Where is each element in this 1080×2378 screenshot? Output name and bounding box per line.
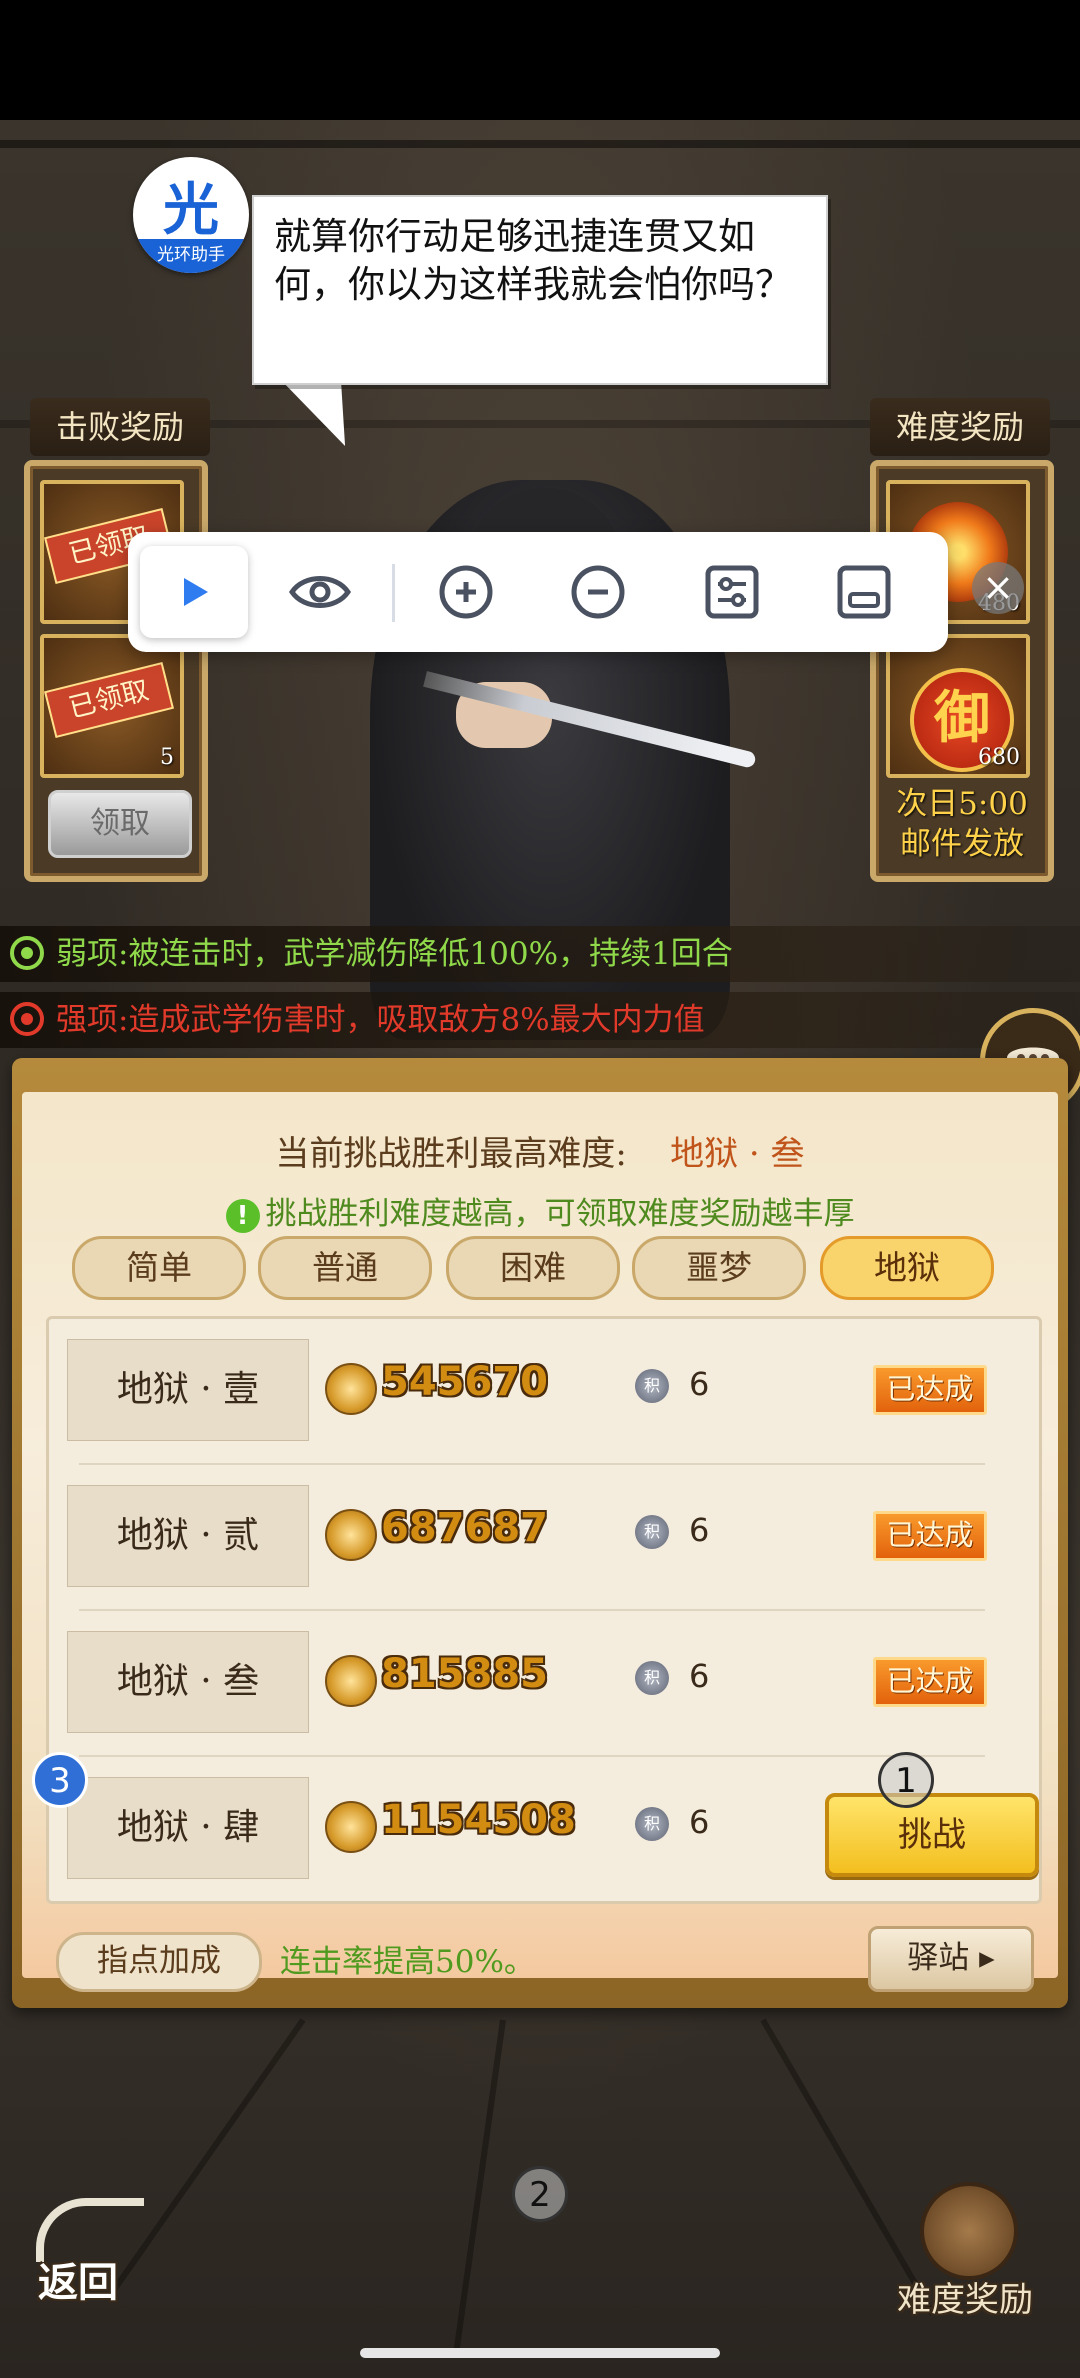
- points-icon: 积: [635, 1661, 669, 1695]
- floating-toolbar: [128, 532, 948, 652]
- stage-points: 6: [689, 1511, 710, 1549]
- logo-name: 光环助手: [133, 239, 249, 273]
- chevron-right-icon: ▸: [979, 1940, 995, 1976]
- slot-count: 680: [978, 745, 1020, 770]
- target-icon: [10, 1002, 44, 1036]
- tab-hard[interactable]: 困难: [446, 1236, 620, 1300]
- eye-button[interactable]: [278, 550, 362, 634]
- zoom-in-button[interactable]: [424, 550, 508, 634]
- coin-icon: [325, 1655, 377, 1707]
- claimed-stamp: 已领取: [44, 661, 174, 739]
- difficulty-reward-panel: 480 御 680 次日5:00 邮件发放: [870, 460, 1054, 882]
- header-label: 当前挑战胜利最高难度:: [275, 1134, 627, 1174]
- difficulty-reward-label: 难度奖励: [897, 2280, 1033, 2320]
- hint-text: 挑战胜利难度越高，可领取难度奖励越丰厚: [265, 1196, 855, 1232]
- completed-badge: 已达成: [873, 1511, 987, 1561]
- zoom-in-icon: [439, 565, 493, 619]
- target-icon: [10, 936, 44, 970]
- stage-name: 地狱 · 肆: [67, 1777, 309, 1879]
- play-button[interactable]: [140, 546, 248, 638]
- defeat-reward-slot-2[interactable]: 已领取 5: [40, 634, 184, 778]
- close-icon[interactable]: ×: [972, 562, 1024, 614]
- stage-name: 地狱 · 贰: [67, 1485, 309, 1587]
- claim-button[interactable]: 领取: [48, 790, 192, 858]
- stage-name: 地狱 · 壹: [67, 1339, 309, 1441]
- tab-nightmare[interactable]: 噩梦: [632, 1236, 806, 1300]
- points-icon: 积: [635, 1369, 669, 1403]
- coin-icon: [325, 1509, 377, 1561]
- points-icon: 积: [635, 1807, 669, 1841]
- stage-points: 6: [689, 1803, 710, 1841]
- status-bar: [0, 0, 1080, 120]
- marker-2: 2: [512, 2166, 568, 2222]
- helper-logo[interactable]: 光 光环助手: [133, 157, 249, 273]
- bonus-text: 连击率提高50%。: [280, 1944, 535, 1980]
- stage-row: 地狱 · 壹 545670 积 6 已达成: [49, 1319, 1039, 1465]
- bonus-label: 指点加成: [56, 1932, 262, 1992]
- coin-icon: [325, 1801, 377, 1853]
- back-label: 返回: [38, 2259, 118, 2306]
- points-icon: 积: [635, 1515, 669, 1549]
- weak-buff-bar: 弱项:被连击时，武学减伤降低100%，持续1回合: [0, 926, 1080, 982]
- stage-score: 1154508: [381, 1797, 576, 1843]
- defeat-reward-title: 击败奖励: [30, 398, 210, 456]
- stage-row: 地狱 · 贰 687687 积 6 已达成: [49, 1465, 1039, 1611]
- station-button[interactable]: 驿站 ▸: [868, 1926, 1034, 1992]
- back-button[interactable]: 返回: [28, 2190, 148, 2306]
- stage-score: 545670: [381, 1359, 548, 1405]
- tab-easy[interactable]: 简单: [72, 1236, 246, 1300]
- play-icon: [184, 578, 208, 606]
- toolbar-separator: [392, 564, 395, 622]
- tab-normal[interactable]: 普通: [258, 1236, 432, 1300]
- speech-bubble: 就算你行动足够迅捷连贯又如何，你以为这样我就会怕你吗？: [252, 195, 828, 385]
- window-button[interactable]: [822, 550, 906, 634]
- completed-badge: 已达成: [873, 1365, 987, 1415]
- settings-button[interactable]: [690, 550, 774, 634]
- difficulty-panel: 当前挑战胜利最高难度: 地狱 · 叁 ! 挑战胜利难度越高，可领取难度奖励越丰厚 …: [12, 1058, 1068, 2008]
- mail-note-line1: 次日5:00: [896, 786, 1028, 822]
- stage-row: 地狱 · 叁 815885 积 6 已达成: [49, 1611, 1039, 1757]
- window-icon: [837, 565, 891, 619]
- weak-buff-text: 弱项:被连击时，武学减伤降低100%，持续1回合: [56, 936, 733, 972]
- stage-points: 6: [689, 1365, 710, 1403]
- difficulty-reward-title: 难度奖励: [870, 398, 1050, 456]
- stage-score: 815885: [381, 1651, 548, 1697]
- stage-list: 地狱 · 壹 545670 积 6 已达成 地狱 · 贰 687687 积 6 …: [46, 1316, 1042, 1904]
- dialog-text: 就算你行动足够迅捷连贯又如何，你以为这样我就会怕你吗？: [274, 215, 792, 306]
- exclamation-icon: !: [225, 1198, 260, 1233]
- strong-buff-text: 强项:造成武学伤害时，吸取敌方8%最大内力值: [56, 1002, 705, 1038]
- challenge-button[interactable]: 挑战: [825, 1793, 1039, 1877]
- stage-name: 地狱 · 叁: [67, 1631, 309, 1733]
- zoom-out-button[interactable]: [556, 550, 640, 634]
- strong-buff-bar: 强项:造成武学伤害时，吸取敌方8%最大内力值: [0, 992, 1080, 1048]
- completed-badge: 已达成: [873, 1657, 987, 1707]
- stage-score: 687687: [381, 1505, 548, 1551]
- defeat-reward-panel: 已领取 已领取 5 领取: [24, 460, 208, 882]
- hint-line: ! 挑战胜利难度越高，可领取难度奖励越丰厚: [22, 1188, 1058, 1233]
- marker-3: 3: [32, 1752, 88, 1808]
- logo-char: 光: [163, 178, 219, 243]
- eye-icon: [288, 576, 352, 608]
- stage-points: 6: [689, 1657, 710, 1695]
- difficulty-reward-button[interactable]: 难度奖励: [880, 2176, 1050, 2326]
- chest-icon: [920, 2182, 1018, 2280]
- mail-note-line2: 邮件发放: [900, 826, 1024, 862]
- highest-difficulty-header: 当前挑战胜利最高难度: 地狱 · 叁: [22, 1126, 1058, 1175]
- header-value: 地狱 · 叁: [670, 1134, 805, 1174]
- tab-hell[interactable]: 地狱: [820, 1236, 994, 1300]
- difficulty-reward-slot-2[interactable]: 御 680: [886, 634, 1030, 778]
- station-label: 驿站: [907, 1940, 970, 1976]
- settings-sliders-icon: [705, 565, 759, 619]
- home-indicator[interactable]: [360, 2348, 720, 2358]
- marker-1: 1: [878, 1752, 934, 1808]
- difficulty-panel-inner: 当前挑战胜利最高难度: 地狱 · 叁 ! 挑战胜利难度越高，可领取难度奖励越丰厚 …: [22, 1092, 1058, 1992]
- coin-icon: [325, 1363, 377, 1415]
- zoom-out-icon: [571, 565, 625, 619]
- slot-count: 5: [160, 745, 174, 770]
